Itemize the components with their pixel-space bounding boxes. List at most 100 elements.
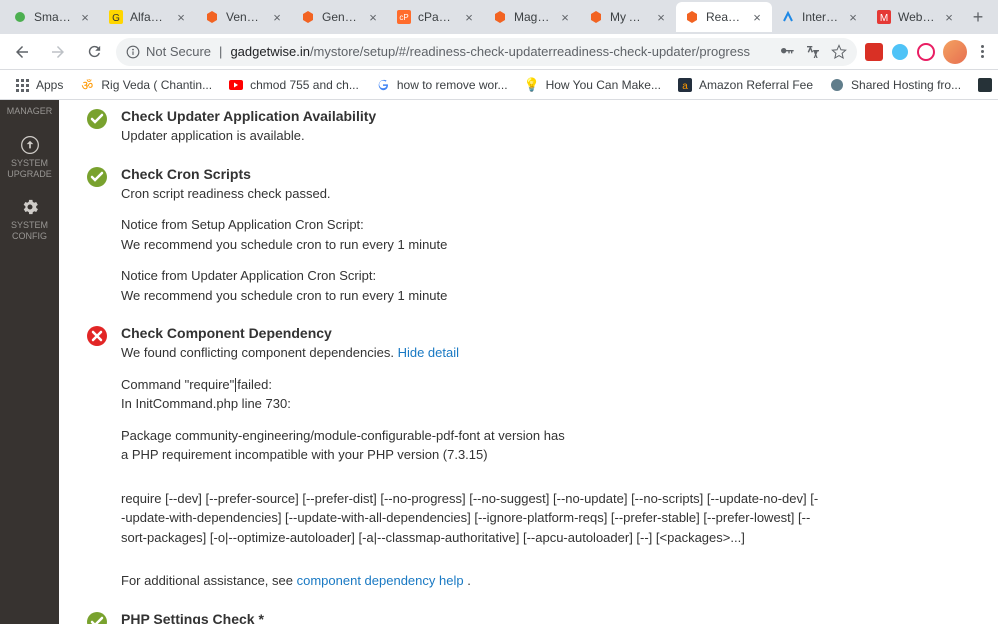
tab-title: InterServer	[802, 10, 840, 24]
back-button[interactable]	[8, 38, 36, 66]
close-icon[interactable]: ×	[174, 10, 188, 24]
bookmark-sharedhosting[interactable]: Shared Hosting fro...	[823, 73, 967, 97]
assist-text: For additional assistance, see	[121, 573, 297, 588]
close-icon[interactable]: ×	[846, 10, 860, 24]
package-error: Package community-engineering/module-con…	[121, 426, 978, 465]
url-bar[interactable]: Not Secure | gadgetwise.in/mystore/setup…	[116, 38, 857, 66]
notice-line: We recommend you schedule cron to run ev…	[121, 286, 978, 306]
security-indicator[interactable]: Not Secure	[126, 44, 211, 59]
avatar[interactable]	[943, 40, 967, 64]
check-updater: Check Updater Application Availability U…	[87, 108, 998, 146]
close-icon[interactable]: ×	[366, 10, 380, 24]
amazon-icon: a	[677, 77, 693, 93]
apps-icon	[14, 77, 30, 93]
pkg-line: a PHP requirement incompatible with your…	[121, 445, 978, 465]
tab-8[interactable]: InterServer ×	[772, 2, 868, 32]
url-bar-row: Not Secure | gadgetwise.in/mystore/setup…	[0, 34, 998, 70]
bookmark-label: Shared Hosting fro...	[851, 78, 961, 92]
url-host: gadgetwise.in	[230, 44, 310, 59]
info-icon	[126, 45, 140, 59]
sidebar-item-system-upgrade[interactable]: SYSTEM UPGRADE	[0, 127, 59, 190]
check-desc: We found conflicting component dependenc…	[121, 343, 978, 363]
favicon-magento	[684, 9, 700, 25]
toolbar-icons	[865, 40, 990, 64]
check-title: PHP Settings Check *	[121, 611, 978, 624]
bookmark-allengland[interactable]: All England Champi...	[971, 73, 998, 97]
tab-5[interactable]: Magento 2.3 ×	[484, 2, 580, 32]
youtube-icon	[228, 77, 244, 93]
tab-2[interactable]: Vendor Bun ×	[196, 2, 292, 32]
bookmark-howyoucan[interactable]: 💡 How You Can Make...	[518, 73, 667, 97]
success-icon	[87, 167, 107, 187]
host-icon	[829, 77, 845, 93]
cmd-line: Command "require"failed:	[121, 375, 978, 395]
tab-title: General CLI	[322, 10, 360, 24]
app: MANAGER SYSTEM UPGRADE SYSTEM CONFIG Che…	[0, 100, 998, 624]
bookmarks-bar: Apps ॐ Rig Veda ( Chantin... chmod 755 a…	[0, 70, 998, 100]
new-tab-button[interactable]: +	[964, 3, 992, 31]
bookmark-label: Apps	[36, 78, 63, 92]
ext-icon-1[interactable]	[865, 43, 883, 61]
check-cron: Check Cron Scripts Cron script readiness…	[87, 166, 998, 306]
tab-4[interactable]: cP cPanel Login ×	[388, 2, 484, 32]
tab-title: Magento 2.3	[514, 10, 552, 24]
translate-icon[interactable]	[805, 44, 821, 60]
bookmark-rigveda[interactable]: ॐ Rig Veda ( Chantin...	[73, 73, 218, 97]
menu-button[interactable]	[975, 45, 990, 58]
forward-button[interactable]	[44, 38, 72, 66]
tab-3[interactable]: General CLI ×	[292, 2, 388, 32]
tab-0[interactable]: Smart Webs ×	[4, 2, 100, 32]
content: Check Updater Application Availability U…	[59, 100, 998, 624]
error-icon	[87, 326, 107, 346]
check-desc: Cron script readiness check passed.	[121, 184, 978, 204]
component-help-link[interactable]: component dependency help	[297, 573, 464, 588]
hide-detail-link[interactable]: Hide detail	[398, 345, 459, 360]
sidebar: MANAGER SYSTEM UPGRADE SYSTEM CONFIG	[0, 100, 59, 624]
close-icon[interactable]: ×	[942, 10, 956, 24]
star-icon[interactable]	[831, 44, 847, 60]
sidebar-item-manager[interactable]: MANAGER	[0, 104, 59, 127]
bookmark-remove[interactable]: how to remove wor...	[369, 73, 514, 97]
tab-9[interactable]: M Websites ga ×	[868, 2, 964, 32]
close-icon[interactable]: ×	[750, 10, 764, 24]
bookmark-apps[interactable]: Apps	[8, 73, 69, 97]
bulb-icon: 💡	[524, 77, 540, 93]
check-desc: Updater application is available.	[121, 126, 978, 146]
tab-6[interactable]: My Account ×	[580, 2, 676, 32]
success-icon	[87, 109, 107, 129]
close-icon[interactable]: ×	[462, 10, 476, 24]
svg-text:M: M	[880, 13, 888, 24]
sidebar-label: SYSTEM CONFIG	[2, 220, 57, 242]
favicon-gearbest: G	[108, 9, 124, 25]
close-icon[interactable]: ×	[654, 10, 668, 24]
favicon-interserver	[780, 9, 796, 25]
svg-text:cP: cP	[399, 13, 408, 22]
sidebar-item-system-config[interactable]: SYSTEM CONFIG	[0, 189, 59, 252]
reload-button[interactable]	[80, 38, 108, 66]
key-icon[interactable]	[779, 44, 795, 60]
om-icon: ॐ	[79, 77, 95, 93]
assist-text: .	[464, 573, 471, 588]
tab-title: Websites ga	[898, 10, 936, 24]
close-icon[interactable]: ×	[558, 10, 572, 24]
cron-notice-1: Notice from Setup Application Cron Scrip…	[121, 215, 978, 254]
sidebar-label: SYSTEM UPGRADE	[2, 158, 57, 180]
bookmark-label: how to remove wor...	[397, 78, 508, 92]
require-block: require [--dev] [--prefer-source] [--pre…	[121, 489, 821, 548]
ext-icon-3[interactable]	[917, 43, 935, 61]
favicon-magento	[492, 9, 508, 25]
tab-1[interactable]: G Alfawise AR1 ×	[100, 2, 196, 32]
bookmark-amazon[interactable]: a Amazon Referral Fee	[671, 73, 819, 97]
cron-notice-2: Notice from Updater Application Cron Scr…	[121, 266, 978, 305]
close-icon[interactable]: ×	[78, 10, 92, 24]
bookmark-label: Amazon Referral Fee	[699, 78, 813, 92]
check-title: Check Cron Scripts	[121, 166, 978, 182]
ext-icon-2[interactable]	[891, 43, 909, 61]
assistance-line: For additional assistance, see component…	[121, 571, 978, 591]
tab-7-active[interactable]: Readiness C ×	[676, 2, 772, 32]
close-icon[interactable]: ×	[270, 10, 284, 24]
bookmark-label: chmod 755 and ch...	[250, 78, 359, 92]
success-icon	[87, 612, 107, 624]
bookmark-chmod[interactable]: chmod 755 and ch...	[222, 73, 365, 97]
tab-title: Vendor Bun	[226, 10, 264, 24]
